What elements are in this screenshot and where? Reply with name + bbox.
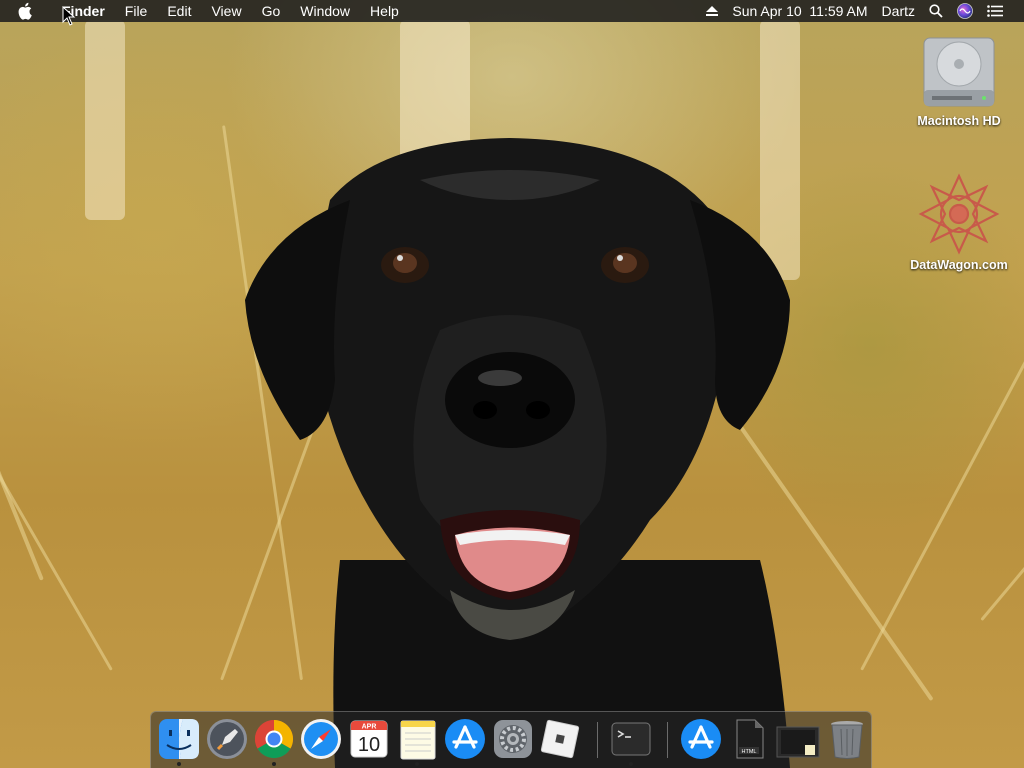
hard-drive-icon bbox=[922, 32, 996, 110]
datawagon-logo-icon bbox=[917, 172, 1001, 256]
launchpad-icon bbox=[207, 719, 247, 759]
dock-html-file[interactable]: HTML bbox=[727, 717, 771, 761]
dock-safari[interactable] bbox=[299, 717, 343, 761]
notes-icon bbox=[400, 720, 436, 760]
safari-icon bbox=[301, 719, 341, 759]
dock-roblox[interactable] bbox=[538, 717, 582, 761]
trash-icon bbox=[831, 721, 863, 759]
dock-folder-stack[interactable] bbox=[775, 717, 821, 761]
notification-center-icon[interactable] bbox=[980, 5, 1010, 17]
mouse-cursor-icon bbox=[62, 6, 76, 26]
app-store-download-icon bbox=[681, 719, 721, 759]
menu-edit[interactable]: Edit bbox=[157, 0, 201, 22]
user-menu[interactable]: Dartz bbox=[875, 0, 922, 22]
running-indicator bbox=[177, 762, 181, 766]
chrome-icon bbox=[254, 719, 294, 759]
terminal-icon bbox=[611, 722, 651, 756]
menu-help[interactable]: Help bbox=[360, 0, 409, 22]
dock-system-preferences[interactable] bbox=[491, 717, 535, 761]
html-file-icon: HTML bbox=[736, 719, 764, 759]
running-indicator bbox=[272, 762, 276, 766]
eject-icon[interactable] bbox=[699, 6, 725, 16]
menu-go[interactable]: Go bbox=[252, 0, 291, 22]
running-indicator bbox=[415, 762, 419, 766]
menu-bar: Finder File Edit View Go Window Help Sun… bbox=[0, 0, 1024, 22]
running-indicator bbox=[629, 762, 633, 766]
dock-trash[interactable] bbox=[825, 717, 869, 761]
roblox-icon bbox=[540, 719, 580, 759]
folder-stack-icon bbox=[776, 726, 820, 758]
desktop-wallpaper bbox=[0, 0, 1024, 768]
dock: APR 10 HTML bbox=[150, 711, 872, 768]
dock-app-store[interactable] bbox=[443, 717, 487, 761]
dock-downloads-app-store[interactable] bbox=[679, 717, 723, 761]
menu-view[interactable]: View bbox=[201, 0, 251, 22]
dock-launchpad[interactable] bbox=[205, 717, 249, 761]
dock-notes[interactable] bbox=[395, 717, 439, 766]
menu-window[interactable]: Window bbox=[290, 0, 360, 22]
calendar-month: APR bbox=[362, 724, 377, 731]
dock-separator bbox=[667, 722, 668, 758]
spotlight-search-icon[interactable] bbox=[922, 4, 950, 18]
desktop-icon-datawagon[interactable]: DataWagon.com bbox=[904, 172, 1014, 272]
dock-separator bbox=[597, 722, 598, 758]
desktop-icon-label: Macintosh HD bbox=[917, 114, 1001, 128]
dog-photo bbox=[245, 138, 790, 768]
svg-text:HTML: HTML bbox=[742, 749, 757, 755]
dock-calendar[interactable]: APR 10 bbox=[347, 717, 391, 761]
apple-logo-icon[interactable] bbox=[18, 0, 38, 22]
desktop-icon-label: DataWagon.com bbox=[910, 258, 1008, 272]
dock-terminal[interactable] bbox=[609, 717, 653, 766]
calendar-day: 10 bbox=[358, 734, 380, 756]
finder-icon bbox=[159, 719, 199, 759]
app-store-icon bbox=[445, 719, 485, 759]
menu-file[interactable]: File bbox=[115, 0, 158, 22]
clock[interactable]: Sun Apr 10 11:59 AM bbox=[725, 0, 874, 22]
siri-icon[interactable] bbox=[950, 3, 980, 19]
system-preferences-icon bbox=[494, 720, 532, 758]
desktop-icon-macintosh-hd[interactable]: Macintosh HD bbox=[904, 32, 1014, 128]
dock-finder[interactable] bbox=[157, 717, 201, 766]
calendar-icon: APR 10 bbox=[350, 720, 388, 758]
dock-chrome[interactable] bbox=[252, 717, 296, 766]
